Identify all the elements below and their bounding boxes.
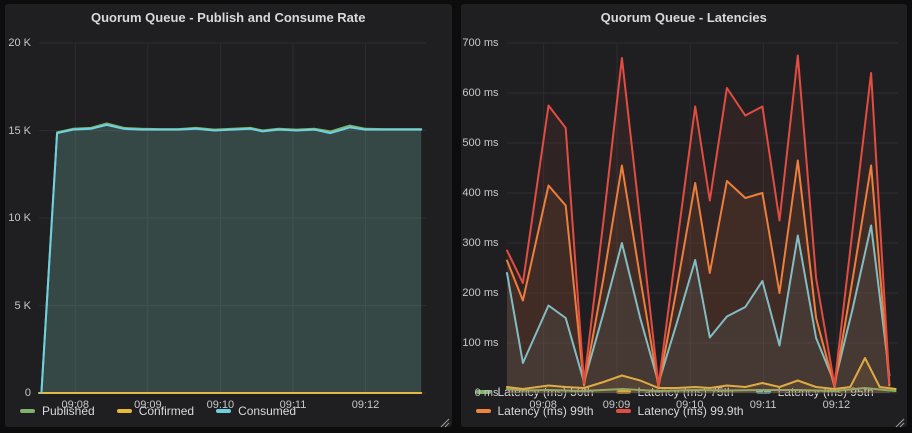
panel-resize-handle[interactable] <box>440 415 450 425</box>
publish-consume-chart[interactable]: 05 K10 K15 K20 K09:0809:0909:1009:1109:1… <box>5 31 452 401</box>
panel-publish-consume-rate: Quorum Queue - Publish and Consume Rate … <box>5 4 452 427</box>
resize-grip-icon <box>440 418 450 428</box>
plot-area[interactable] <box>461 31 908 415</box>
panel-title[interactable]: Quorum Queue - Publish and Consume Rate <box>5 4 452 31</box>
plot-area[interactable] <box>5 31 452 415</box>
panel-latencies: Quorum Queue - Latencies 0 ms100 ms200 m… <box>461 4 908 427</box>
resize-grip-icon <box>895 418 905 428</box>
latencies-chart[interactable]: 0 ms100 ms200 ms300 ms400 ms500 ms600 ms… <box>461 31 908 382</box>
panel-title[interactable]: Quorum Queue - Latencies <box>461 4 908 31</box>
dashboard: Quorum Queue - Publish and Consume Rate … <box>0 0 912 431</box>
panel-resize-handle[interactable] <box>895 415 905 425</box>
